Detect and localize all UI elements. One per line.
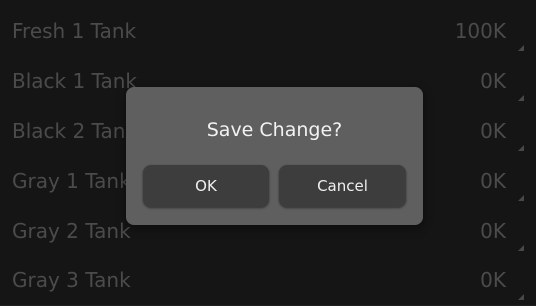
ok-button[interactable]: OK (143, 165, 269, 207)
dialog-title: Save Change? (206, 119, 343, 141)
cancel-button[interactable]: Cancel (279, 165, 406, 207)
save-change-dialog: Save Change? OK Cancel (126, 87, 423, 225)
